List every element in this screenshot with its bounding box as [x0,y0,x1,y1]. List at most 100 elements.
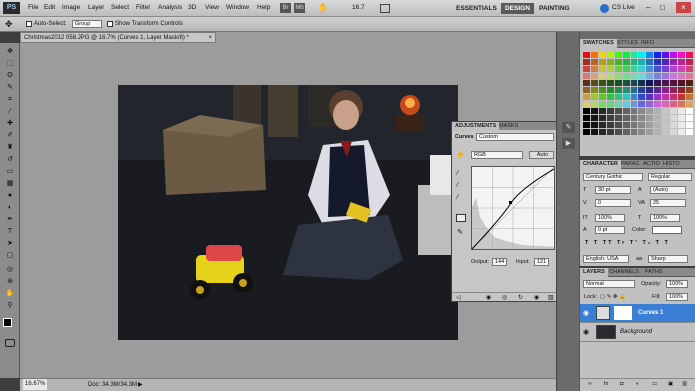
color-swatch[interactable] [630,115,638,121]
color-swatch[interactable] [606,94,614,100]
status-menu-icon[interactable]: ▶ [138,379,143,391]
color-swatch[interactable] [638,94,646,100]
color-swatch[interactable] [662,87,670,93]
layer-style-icon[interactable]: fx [604,381,608,387]
color-swatch[interactable] [686,101,693,107]
color-swatch[interactable] [606,122,614,128]
tab-paragraph[interactable]: PARAC [618,160,643,169]
input-field[interactable]: 121 [534,258,549,266]
visibility-icon[interactable]: ◉ [534,294,539,301]
color-swatch[interactable] [606,129,614,135]
color-swatch[interactable] [670,108,678,114]
color-swatch[interactable] [686,80,693,86]
color-swatch[interactable] [606,73,614,79]
color-swatch[interactable] [630,59,638,65]
gradient-tool-icon[interactable]: ▦ [4,179,16,188]
color-swatch[interactable] [686,59,693,65]
font-family-dropdown[interactable]: Century Gothic [583,173,643,181]
vertical-scale-field[interactable]: 100% [595,214,625,222]
color-swatch[interactable] [646,52,654,58]
blur-tool-icon[interactable]: ● [4,191,16,200]
link-layers-icon[interactable]: ∞ [588,381,592,387]
zoom-tool-icon[interactable]: ⚲ [4,301,16,310]
document-tab[interactable]: Christmas2012 058.JPG @ 16.7% (Curves 1,… [20,32,216,43]
color-swatch[interactable] [678,115,686,121]
color-swatch[interactable] [614,73,622,79]
color-swatch[interactable] [678,66,686,72]
color-swatch[interactable] [598,52,606,58]
color-swatch[interactable] [598,101,606,107]
color-swatch[interactable] [670,73,678,79]
color-swatch[interactable] [622,59,630,65]
color-swatch[interactable] [638,129,646,135]
color-swatch[interactable] [590,129,598,135]
color-swatch[interactable] [598,122,606,128]
white-point-eyedropper-icon[interactable]: ⁄ [457,194,458,201]
color-swatch[interactable] [630,66,638,72]
opacity-field[interactable]: 100% [666,280,688,288]
color-swatch[interactable] [662,59,670,65]
color-swatch[interactable] [662,94,670,100]
color-swatch[interactable] [583,73,590,79]
brush-tool-icon[interactable]: ✐ [4,131,16,140]
layer-name[interactable]: Background [620,329,652,335]
color-swatch[interactable] [590,108,598,114]
color-swatch[interactable] [606,59,614,65]
color-swatch[interactable] [606,115,614,121]
color-swatch[interactable] [606,101,614,107]
workspace-design[interactable]: DESIGN [501,3,534,14]
history-panel-icon[interactable]: ✎ [562,122,575,133]
color-swatch[interactable] [686,66,693,72]
color-swatch[interactable] [678,87,686,93]
color-swatch[interactable] [638,80,646,86]
minibridge-icon[interactable]: Mb [294,3,305,13]
color-swatch[interactable] [662,115,670,121]
color-swatch[interactable] [678,73,686,79]
color-swatch[interactable] [662,80,670,86]
color-swatch[interactable] [686,115,693,121]
tab-adjustments[interactable]: ADJUSTMENTS [452,122,500,131]
color-swatch[interactable] [598,94,606,100]
color-swatch[interactable] [606,80,614,86]
color-swatch[interactable] [630,129,638,135]
visibility-eye-icon[interactable]: ◉ [583,309,589,317]
layer-row-background[interactable]: ◉ Background [580,323,695,342]
color-swatch[interactable] [606,108,614,114]
color-swatch[interactable] [583,108,590,114]
color-swatch[interactable] [662,108,670,114]
leading-field[interactable]: (Auto) [650,186,686,194]
color-swatch[interactable] [678,80,686,86]
color-swatch[interactable] [622,66,630,72]
color-swatch[interactable] [670,101,678,107]
color-swatch[interactable] [598,87,606,93]
color-swatch[interactable] [614,115,622,121]
color-swatch[interactable] [646,94,654,100]
color-swatch[interactable] [654,66,662,72]
reset-icon[interactable]: ↻ [518,294,523,301]
color-swatch[interactable] [622,115,630,121]
color-swatch[interactable] [670,59,678,65]
output-field[interactable]: 144 [492,258,507,266]
tab-character[interactable]: CHARACTER [580,160,621,169]
color-swatch[interactable] [583,94,590,100]
color-swatch[interactable] [583,59,590,65]
move-tool-icon[interactable]: ✥ [4,47,16,56]
arrange-docs-icon[interactable] [380,4,390,13]
color-swatch[interactable] [590,115,598,121]
color-swatch[interactable] [606,52,614,58]
color-swatch[interactable] [654,108,662,114]
color-swatch[interactable] [614,94,622,100]
color-swatch[interactable] [646,80,654,86]
minimize-button[interactable]: – [646,3,650,12]
color-swatch[interactable] [630,87,638,93]
color-swatch[interactable] [654,87,662,93]
color-swatch[interactable] [614,52,622,58]
menu-filter[interactable]: Filter [136,4,150,11]
menu-3d[interactable]: 3D [188,4,196,11]
color-swatch[interactable] [598,129,606,135]
color-swatch[interactable] [614,122,622,128]
close-button[interactable]: × [676,2,691,13]
color-swatch[interactable] [670,87,678,93]
menu-help[interactable]: Help [257,4,270,11]
antialias-dropdown[interactable]: Sharp [648,255,688,263]
